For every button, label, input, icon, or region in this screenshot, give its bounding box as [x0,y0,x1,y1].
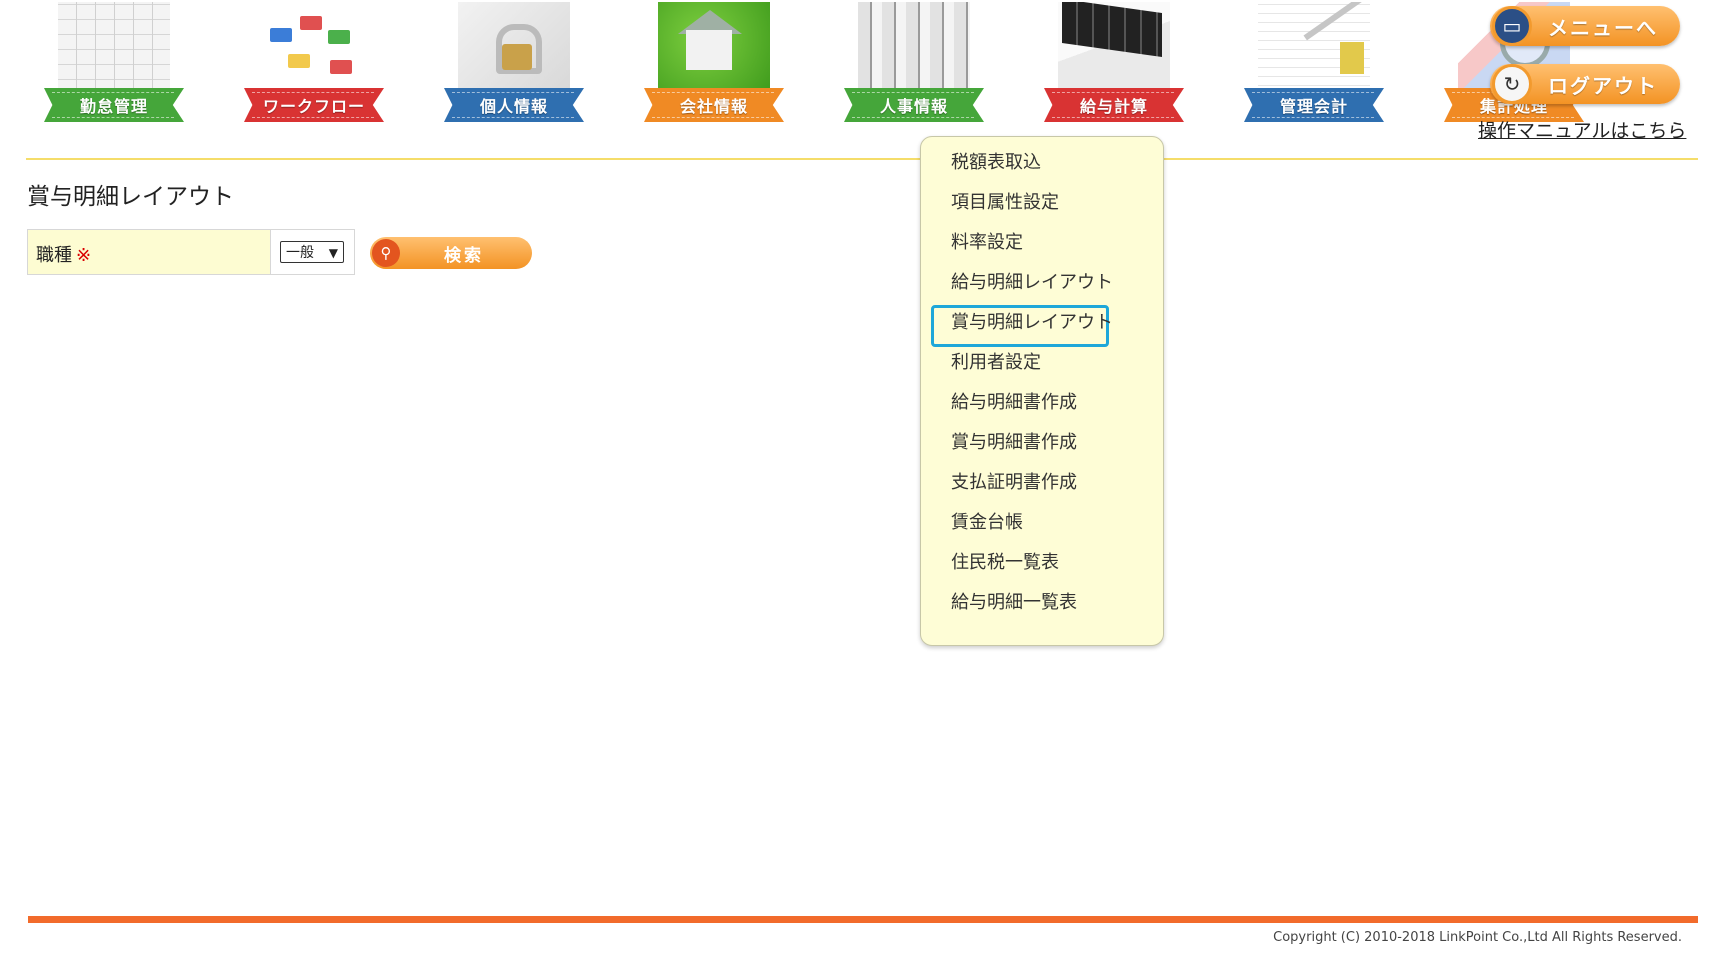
nav-tile-payroll[interactable]: 給与計算 [1044,0,1184,126]
menu-button-label: メニューへ [1548,15,1658,40]
nav-ribbon: 人事情報 [844,88,984,122]
nav-label: 会社情報 [679,97,748,116]
lock-icon [458,2,570,94]
nav-ribbon: 個人情報 [444,88,584,122]
nav-label: 管理会計 [1279,97,1348,116]
nav-ribbon: 管理会計 [1244,88,1384,122]
menu-item-salary-slip-create[interactable]: 給与明細書作成 [951,388,1077,418]
logout-button-label: ログアウト [1548,73,1658,98]
nav-tile-hr-info[interactable]: 人事情報 [844,0,984,126]
menu-item-tax-table-import[interactable]: 税額表取込 [951,148,1041,178]
nav-tile-attendance[interactable]: 勤怠管理 [44,0,184,126]
nav-ribbon: 会社情報 [644,88,784,122]
footer-bar [28,916,1698,923]
job-type-label: 職種 [36,245,72,266]
search-icon: ⚲ [372,239,400,267]
refresh-icon: ↻ [1492,64,1532,104]
page-title: 賞与明細レイアウト [27,184,234,210]
chevron-down-icon: ▼ [328,246,338,260]
calculator-icon [1058,2,1170,94]
menu-item-salary-slip-list[interactable]: 給与明細一覧表 [951,588,1077,618]
logout-button[interactable]: ↻ ログアウト [1490,64,1680,104]
files-icon [858,2,970,94]
nav-label: 人事情報 [879,97,948,116]
menu-item-salary-slip-layout[interactable]: 給与明細レイアウト [951,268,1113,298]
menu-item-item-attribute-settings[interactable]: 項目属性設定 [951,188,1059,218]
nav-tile-company-info[interactable]: 会社情報 [644,0,784,126]
payroll-dropdown-menu: 税額表取込 項目属性設定 料率設定 給与明細レイアウト 賞与明細レイアウト 利用… [920,136,1164,646]
calendar-icon [58,2,170,94]
nav-tile-personal-info[interactable]: 個人情報 [444,0,584,126]
nav-ribbon: 給与計算 [1044,88,1184,122]
job-type-select[interactable]: 一般 ▼ [280,241,344,263]
menu-item-resident-tax-list[interactable]: 住民税一覧表 [951,548,1059,578]
menu-item-rate-settings[interactable]: 料率設定 [951,228,1023,258]
menu-item-bonus-slip-layout[interactable]: 賞与明細レイアウト [951,308,1113,338]
search-button-label: 検索 [444,245,484,266]
copyright-text: Copyright (C) 2010-2018 LinkPoint Co.,Lt… [1273,930,1682,945]
menu-item-bonus-slip-create[interactable]: 賞与明細書作成 [951,428,1077,458]
nav-ribbon: ワークフロー [244,88,384,122]
nav-label: 給与計算 [1079,97,1148,116]
required-mark: ※ [76,245,92,266]
job-type-label-cell: 職種 ※ [27,229,271,275]
menu-button[interactable]: ▭ メニューへ [1490,6,1680,46]
nav-label: ワークフロー [262,97,365,116]
nav-ribbon: 勤怠管理 [44,88,184,122]
search-button[interactable]: ⚲ 検索 [370,237,532,269]
nav-label: 個人情報 [479,97,548,116]
menu-item-user-settings[interactable]: 利用者設定 [951,348,1041,378]
house-icon [658,2,770,94]
workflow-icon [258,2,370,94]
nav-tile-management-accounting[interactable]: 管理会計 [1244,0,1384,126]
nav-tile-workflow[interactable]: ワークフロー [244,0,384,126]
manual-link[interactable]: 操作マニュアルはこちら [1478,116,1686,143]
header-divider [26,158,1698,160]
menu-item-payment-certificate-create[interactable]: 支払証明書作成 [951,468,1077,498]
menu-item-wage-ledger[interactable]: 賃金台帳 [951,508,1023,538]
menu-icon: ▭ [1492,6,1532,46]
nav-label: 勤怠管理 [79,97,148,116]
job-type-select-value: 一般 [286,245,314,261]
ledger-icon [1258,2,1370,94]
